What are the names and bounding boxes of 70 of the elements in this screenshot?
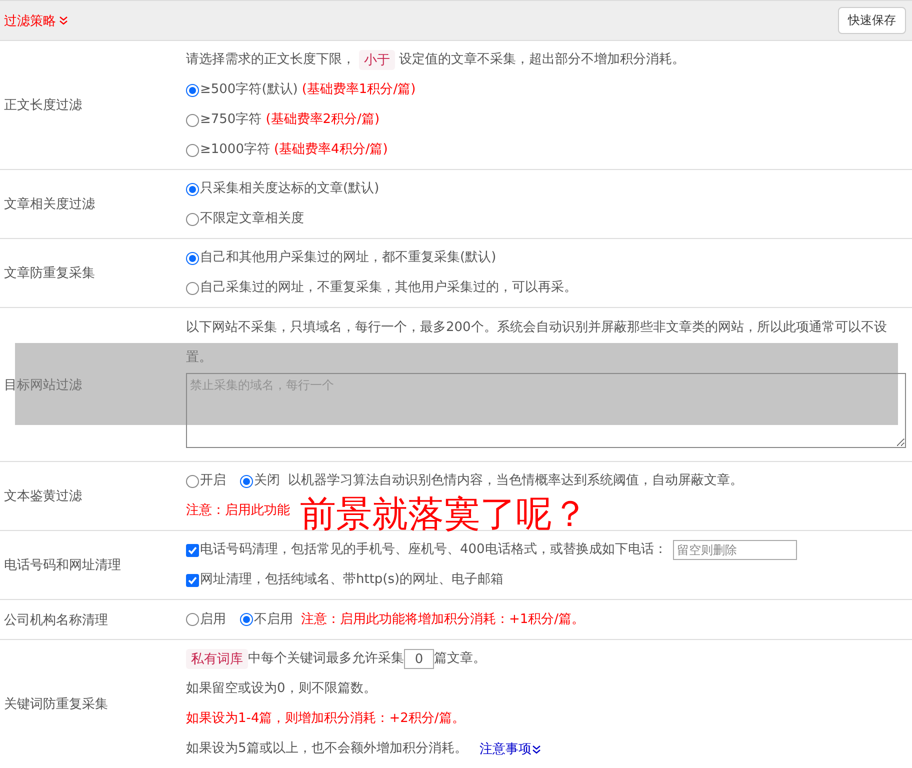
option-label: 自己采集过的网址，不重复采集，其他用户采集过的，可以再采。 bbox=[200, 279, 577, 297]
radio-button[interactable] bbox=[186, 474, 199, 488]
radio-option[interactable]: ≥750字符 (基础费率2积分/篇) bbox=[186, 105, 380, 135]
limit-text: 中每个关键词最多允许采集 bbox=[248, 650, 404, 668]
description-text: 以机器学习算法自动识别色情内容，当色情概率达到系统阈值，自动屏蔽文章。 bbox=[288, 472, 743, 490]
radio-option[interactable]: 自己和其他用户采集过的网址，都不重复采集(默认) bbox=[186, 243, 496, 273]
radio-button[interactable] bbox=[186, 252, 199, 264]
double-chevron-icon bbox=[59, 16, 68, 25]
radio-option[interactable]: 只采集相关度达标的文章(默认) bbox=[186, 174, 380, 204]
option-label: 不限定文章相关度 bbox=[200, 210, 304, 228]
fee-note: (基础费率1积分/篇) bbox=[302, 81, 416, 99]
radio-option[interactable]: 启用 bbox=[186, 604, 226, 634]
radio-option[interactable]: 不限定文章相关度 bbox=[186, 204, 304, 234]
row-label: 文本鉴黄过滤 bbox=[3, 488, 83, 506]
option-label: 电话号码清理，包括常见的手机号、座机号、400电话格式，或替换成如下电话： bbox=[200, 541, 667, 559]
radio-option[interactable]: ≥1000字符 (基础费率4积分/篇) bbox=[186, 135, 388, 165]
row-label: 正文长度过滤 bbox=[3, 97, 83, 115]
checkbox[interactable] bbox=[186, 544, 199, 556]
option-label: 开启 bbox=[200, 472, 226, 490]
phone-input[interactable]: 留空则删除 bbox=[672, 540, 797, 560]
radio-button[interactable] bbox=[240, 474, 253, 488]
intro-text: 设定值的文章不采集，超出部分不增加积分消耗。 bbox=[399, 51, 685, 69]
hint-text: 如果设为5篇或以上，也不会额外增加积分消耗。 bbox=[186, 740, 468, 758]
row-label: 目标网站过滤 bbox=[3, 376, 83, 394]
radio-button[interactable] bbox=[186, 212, 199, 226]
radio-button[interactable] bbox=[240, 613, 253, 626]
option-label: 网址清理，包括纯域名、带http(s)的网址、电子邮箱 bbox=[200, 571, 504, 589]
radio-button[interactable] bbox=[186, 613, 199, 626]
hint-text: 如果留空或设为0，则不限篇数。 bbox=[186, 680, 376, 698]
checkbox-option[interactable]: 网址清理，包括纯域名、带http(s)的网址、电子邮箱 bbox=[186, 565, 504, 595]
radio-button[interactable] bbox=[186, 114, 199, 126]
intro-text: 以下网站不采集，只填域名，每行一个，最多200个。系统会自动识别并屏蔽那些非文章类的网站，所以此项通常可以不设置。 bbox=[186, 319, 888, 367]
row-label: 文章防重复采集 bbox=[3, 265, 96, 283]
row-label: 电话号码和网址清理 bbox=[3, 557, 122, 575]
fee-note: (基础费率4积分/篇) bbox=[274, 141, 388, 159]
option-label: ≥500字符(默认) bbox=[200, 81, 298, 99]
limit-text: 篇文章。 bbox=[434, 650, 486, 668]
double-chevron-icon bbox=[532, 744, 542, 754]
overlay-caption: 前景就落寞了呢？ bbox=[300, 497, 588, 533]
option-label: 关闭 bbox=[254, 472, 280, 490]
count-input[interactable]: 0 bbox=[404, 649, 434, 669]
radio-button[interactable] bbox=[186, 144, 199, 156]
checkbox[interactable] bbox=[186, 574, 199, 586]
option-label: 启用 bbox=[200, 610, 226, 628]
row-label: 文章相关度过滤 bbox=[3, 196, 96, 214]
radio-button[interactable] bbox=[186, 84, 199, 96]
radio-button[interactable] bbox=[186, 282, 199, 294]
checkbox-option[interactable]: 电话号码清理，包括常见的手机号、座机号、400电话格式，或替换成如下电话： bbox=[186, 535, 667, 565]
option-label: 不启用 bbox=[254, 610, 293, 628]
option-label: 只采集相关度达标的文章(默认) bbox=[200, 180, 380, 198]
keyword-tag: 小于 bbox=[359, 50, 395, 70]
radio-button[interactable] bbox=[186, 182, 199, 196]
warning-note: 注意：启用此功能 bbox=[186, 502, 290, 520]
warning-note: 注意：启用此功能将增加积分消耗：+1积分/篇。 bbox=[301, 610, 585, 628]
row-label: 公司机构名称清理 bbox=[3, 612, 109, 630]
intro-text: 请选择需求的正文长度下限， bbox=[186, 51, 355, 69]
option-label: ≥1000字符 bbox=[200, 141, 270, 159]
radio-option[interactable]: 自己采集过的网址，不重复采集，其他用户采集过的，可以再采。 bbox=[186, 273, 577, 303]
option-label: 自己和其他用户采集过的网址，都不重复采集(默认) bbox=[200, 249, 496, 267]
quick-save-button[interactable]: 快速保存 bbox=[838, 7, 906, 34]
keyword-tag: 私有词库 bbox=[186, 649, 248, 669]
row-label: 关键词防重复采集 bbox=[3, 696, 109, 714]
radio-option[interactable]: 关闭 bbox=[240, 466, 280, 496]
radio-option[interactable]: 不启用 bbox=[240, 604, 293, 634]
option-label: ≥750字符 bbox=[200, 111, 262, 129]
notes-link[interactable]: 注意事项 bbox=[479, 740, 542, 758]
radio-option[interactable]: 开启 bbox=[186, 466, 226, 496]
radio-option[interactable]: ≥500字符(默认) (基础费率1积分/篇) bbox=[186, 75, 416, 105]
fee-note: (基础费率2积分/篇) bbox=[266, 111, 380, 129]
warning-note: 如果设为1-4篇，则增加积分消耗：+2积分/篇。 bbox=[186, 710, 465, 728]
